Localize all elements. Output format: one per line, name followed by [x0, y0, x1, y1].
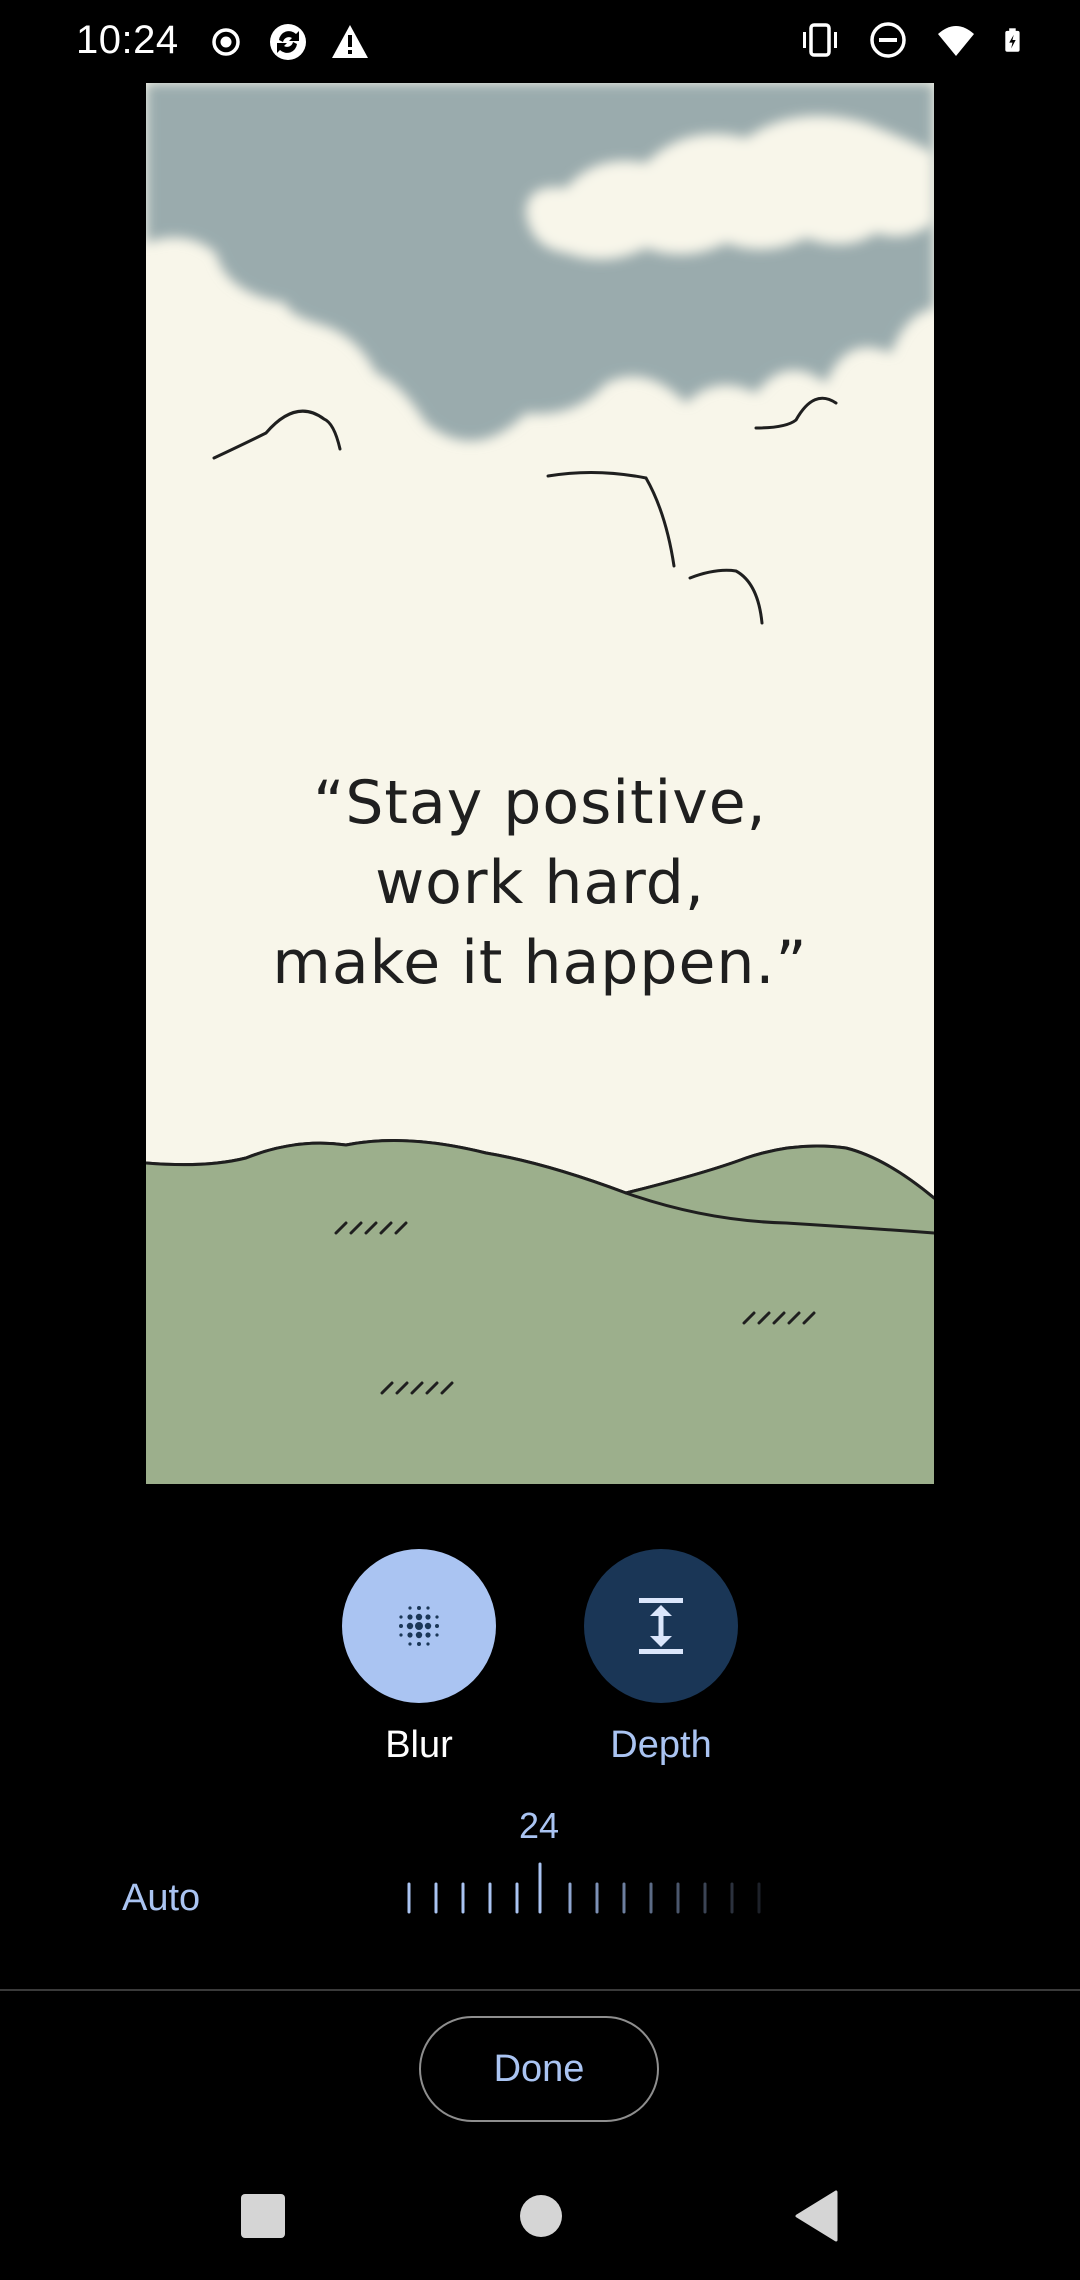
done-button[interactable]: Done — [419, 2016, 659, 2122]
quote-line: make it happen.” — [272, 928, 808, 998]
record-icon — [212, 28, 240, 56]
divider — [0, 1989, 1080, 1991]
back-button[interactable] — [794, 2190, 838, 2242]
battery-charging-icon — [1005, 28, 1020, 52]
depth-label: Depth — [610, 1724, 712, 1766]
sync-icon — [270, 24, 306, 60]
back-icon — [795, 2190, 838, 2242]
status-time: 10:24 — [76, 18, 179, 62]
slider-value: 24 — [518, 1805, 560, 1846]
wallpaper-effects-screen: 10:24 “Stay positive, work hard, make it… — [0, 0, 1080, 2280]
blur-effect-option[interactable]: Blur — [341, 1549, 497, 1766]
blur-label: Blur — [385, 1724, 453, 1766]
blur-intensity-slider[interactable] — [400, 1862, 780, 1922]
wallpaper-quote: “Stay positive, work hard, make it happe… — [146, 763, 934, 1003]
home-button[interactable] — [520, 2195, 562, 2237]
warning-icon — [332, 25, 368, 58]
wifi-icon — [938, 26, 974, 56]
depth-button[interactable] — [584, 1549, 738, 1703]
quote-line: work hard, — [375, 848, 705, 918]
depth-effect-option[interactable]: Depth — [583, 1549, 739, 1766]
depth-icon — [639, 1598, 683, 1654]
wallpaper-preview[interactable]: “Stay positive, work hard, make it happe… — [146, 83, 934, 1484]
do-not-disturb-icon — [870, 22, 906, 58]
status-bar: 10:24 — [0, 0, 1080, 84]
blur-icon — [399, 1606, 439, 1646]
recents-button[interactable] — [241, 2194, 285, 2238]
auto-button[interactable]: Auto — [122, 1877, 200, 1920]
quote-line: “Stay positive, — [313, 768, 767, 838]
blur-button[interactable] — [342, 1549, 496, 1703]
vibrate-icon — [803, 23, 837, 57]
